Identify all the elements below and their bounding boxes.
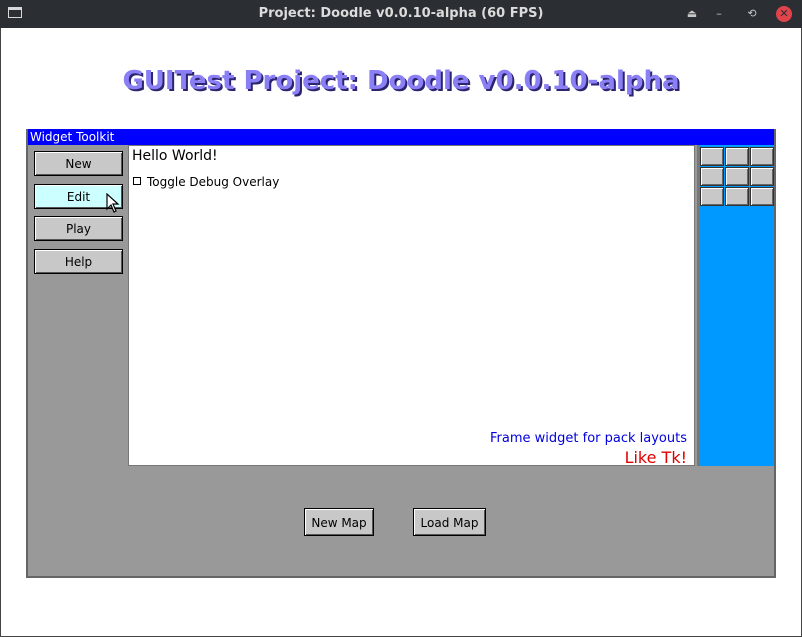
hello-label: Hello World!	[132, 148, 218, 164]
palette-tile[interactable]	[700, 187, 724, 206]
minimize-button[interactable]: –	[711, 6, 727, 22]
palette-tile[interactable]	[750, 167, 774, 186]
play-button[interactable]: Play	[34, 216, 123, 241]
frame-widget: Hello World! Toggle Debug Overlay Frame …	[128, 145, 695, 467]
palette-tile[interactable]	[725, 147, 749, 166]
palette-tile[interactable]	[750, 147, 774, 166]
window-title: Project: Doodle v0.0.10-alpha (60 FPS)	[258, 6, 544, 21]
widget-toolkit-window: Widget Toolkit New Edit Play Help Hello …	[26, 129, 776, 578]
tile-palette-panel	[697, 145, 774, 466]
mouse-pointer-icon	[106, 193, 120, 213]
palette-tile[interactable]	[725, 167, 749, 186]
debug-overlay-checkbox[interactable]	[133, 176, 141, 185]
debug-overlay-checkbox-row[interactable]: Toggle Debug Overlay	[133, 175, 279, 189]
load-map-button[interactable]: Load Map	[413, 508, 486, 536]
new-map-button[interactable]: New Map	[304, 508, 374, 536]
window-titlebar[interactable]: Project: Doodle v0.0.10-alpha (60 FPS) ⏏…	[0, 0, 802, 28]
palette-tile[interactable]	[700, 167, 724, 186]
palette-tile[interactable]	[700, 147, 724, 166]
restore-button[interactable]: ⟲	[744, 6, 760, 22]
keep-above-icon[interactable]: ⏏	[684, 6, 700, 22]
like-tk-label: Like Tk!	[624, 448, 687, 467]
debug-overlay-label[interactable]: Toggle Debug Overlay	[147, 175, 279, 189]
close-button[interactable]: ✕	[776, 6, 792, 22]
help-button[interactable]: Help	[34, 249, 123, 274]
palette-tile[interactable]	[750, 187, 774, 206]
page-title: GUITest Project: Doodle v0.0.10-alpha	[122, 66, 680, 96]
new-button[interactable]: New	[34, 151, 123, 176]
palette-tile[interactable]	[725, 187, 749, 206]
toolkit-titlebar[interactable]: Widget Toolkit	[28, 129, 774, 145]
frame-note-label: Frame widget for pack layouts	[490, 431, 687, 446]
